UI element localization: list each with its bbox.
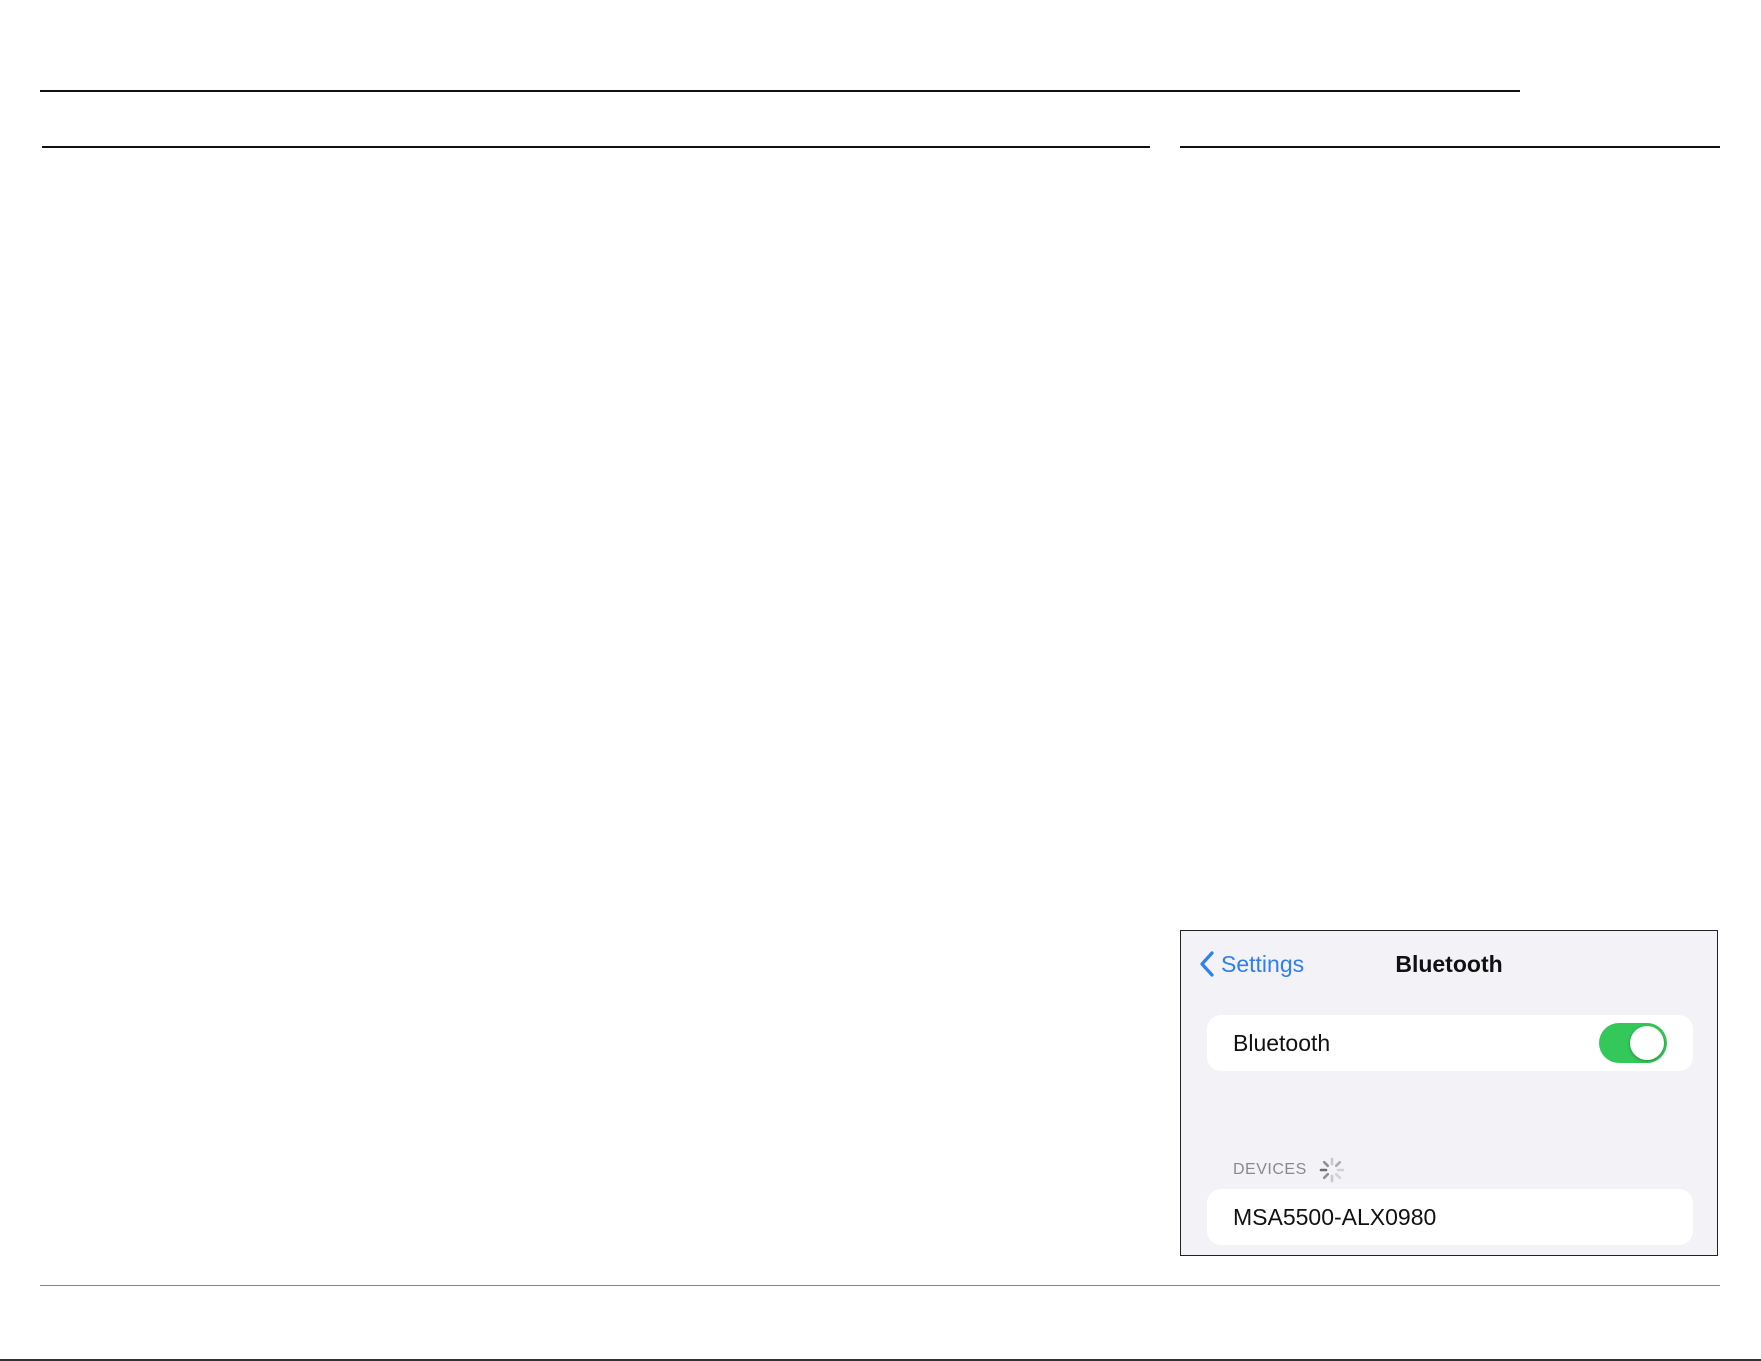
toggle-knob <box>1630 1026 1664 1060</box>
spinner-icon <box>1319 1157 1345 1183</box>
bluetooth-settings-screenshot: Settings Bluetooth Bluetooth DEVICES MSA… <box>1180 930 1718 1256</box>
right-column-divider <box>1180 146 1720 148</box>
bluetooth-toggle-label: Bluetooth <box>1233 1030 1331 1056</box>
devices-section-label: DEVICES <box>1233 1161 1307 1178</box>
left-column-divider <box>42 146 1150 148</box>
bluetooth-toggle-row: Bluetooth <box>1207 1015 1693 1071</box>
device-row[interactable]: MSA5500-ALX0980 <box>1207 1189 1693 1245</box>
top-divider <box>40 90 1520 92</box>
page-title: Bluetooth <box>1395 951 1503 977</box>
device-name: MSA5500-ALX0980 <box>1233 1204 1437 1230</box>
footer-divider <box>40 1285 1720 1286</box>
bluetooth-toggle-switch[interactable] <box>1599 1023 1667 1063</box>
devices-section-header: DEVICES <box>1233 1157 1345 1183</box>
navigation-bar: Settings Bluetooth <box>1181 931 1717 997</box>
